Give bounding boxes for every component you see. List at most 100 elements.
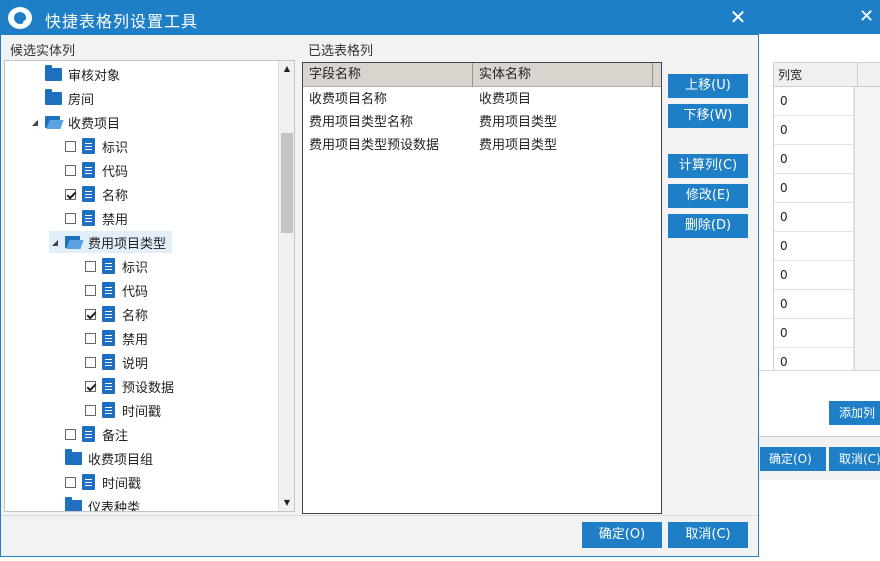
compute-column-button[interactable]: 计算列(C) (668, 154, 748, 178)
document-icon (82, 426, 95, 442)
delete-button[interactable]: 删除(D) (668, 214, 748, 238)
tree-item[interactable]: 标识 (69, 255, 148, 277)
background-scrollbar[interactable] (854, 87, 880, 371)
tree-item-checkbox[interactable] (65, 212, 76, 224)
add-column-button[interactable]: 添加列 (829, 401, 880, 425)
column-width-cell[interactable]: 0 (780, 231, 854, 261)
column-width-cell[interactable]: 0 (780, 144, 854, 174)
tree-item-label: 备注 (102, 428, 129, 444)
tree-item-checkbox[interactable] (85, 260, 96, 272)
entity-tree[interactable]: 审核对象 房间 ◢ 收费项目 标识 代码 名称 禁用 ◢ 费用项目类型 标识 代码 名称 禁用 说明 预设数据… (4, 60, 295, 512)
dialog-title: 快捷表格列设置工具 (45, 12, 199, 31)
scroll-up-icon[interactable]: ▲ (279, 61, 294, 77)
folder-open-icon (45, 115, 62, 129)
tree-item-checkbox[interactable] (65, 476, 76, 488)
tree-item[interactable]: 代码 (69, 279, 148, 301)
tree-item[interactable]: ◢ 收费项目 (29, 111, 120, 133)
document-icon (102, 306, 115, 322)
column-width-cell[interactable]: 0 (780, 86, 854, 116)
folder-icon (45, 64, 62, 81)
scroll-down-icon[interactable]: ▼ (279, 495, 294, 511)
document-icon (102, 378, 115, 394)
tree-item[interactable]: ◢ 费用项目类型 (49, 231, 173, 253)
cancel-button[interactable]: 取消(C) (668, 522, 748, 548)
tree-item-label: 收费项目 (68, 116, 121, 132)
column-width-cell[interactable]: 0 (780, 289, 854, 319)
tree-item-checkbox[interactable] (65, 188, 76, 200)
document-icon (102, 282, 115, 298)
expand-arrow-icon[interactable]: ◢ (29, 118, 41, 127)
entity-name-cell: 费用项目类型 (479, 115, 558, 130)
column-width-cell[interactable]: 0 (780, 115, 854, 145)
table-column-settings-dialog: 快捷表格列设置工具 ✕ 候选实体列 已选表格列 审核对象 房间 ◢ 收费项目 标识 代码名… (0, 0, 759, 557)
tree-item-label: 标识 (122, 260, 149, 276)
tree-item-checkbox[interactable] (85, 308, 96, 320)
tree-item-label: 禁用 (122, 332, 149, 348)
tree-item[interactable]: 禁用 (49, 207, 128, 229)
tree-item[interactable]: 仪表种类 (49, 495, 140, 511)
tree-item-checkbox[interactable] (85, 380, 96, 392)
table-row[interactable]: 费用项目类型预设数据 费用项目类型 (303, 134, 661, 157)
folder-icon (65, 448, 82, 465)
column-width-cell[interactable]: 0 (780, 260, 854, 290)
background-button-strip: 添加列 (741, 370, 880, 436)
column-width-cell[interactable]: 0 (780, 202, 854, 232)
candidate-columns-label: 候选实体列 (10, 44, 76, 59)
entity-name-cell: 收费项目 (479, 92, 532, 107)
grid-header: 字段名称 实体名称 (303, 63, 661, 87)
tree-item[interactable]: 时间戳 (49, 471, 141, 493)
folder-icon (45, 88, 62, 105)
tree-item[interactable]: 名称 (49, 183, 128, 205)
tree-item[interactable]: 时间戳 (69, 399, 161, 421)
tree-item-label: 名称 (102, 188, 129, 204)
tree-item-checkbox[interactable] (85, 332, 96, 344)
background-cancel-button[interactable]: 取消(C) (829, 447, 880, 471)
tree-scrollbar[interactable]: ▲ ▼ (278, 61, 294, 511)
tree-item-label: 时间戳 (122, 404, 162, 420)
ok-button[interactable]: 确定(O) (582, 522, 662, 548)
tree-item-checkbox[interactable] (65, 140, 76, 152)
table-row[interactable]: 费用项目类型名称 费用项目类型 (303, 111, 661, 134)
tree-item[interactable]: 收费项目组 (49, 447, 153, 469)
tree-item[interactable]: 禁用 (69, 327, 148, 349)
tree-item-label: 时间戳 (102, 476, 142, 492)
tree-item[interactable]: 说明 (69, 351, 148, 373)
tree-item[interactable]: 名称 (69, 303, 148, 325)
footer-divider (1, 515, 758, 516)
tree-item[interactable]: 备注 (49, 423, 128, 445)
table-row[interactable]: 收费项目名称 收费项目 (303, 88, 661, 111)
tree-item-checkbox[interactable] (85, 356, 96, 368)
expand-arrow-icon[interactable]: ◢ (49, 238, 61, 247)
folder-icon (65, 496, 82, 511)
document-icon (102, 258, 115, 274)
tree-item-label: 说明 (122, 356, 149, 372)
background-ok-button[interactable]: 确定(O) (760, 447, 826, 471)
scroll-thumb[interactable] (281, 133, 293, 233)
move-up-button[interactable]: 上移(U) (668, 74, 748, 98)
tree-item[interactable]: 预设数据 (69, 375, 174, 397)
move-down-button[interactable]: 下移(W) (668, 104, 748, 128)
tree-item-label: 房间 (68, 92, 95, 108)
entity-name-header[interactable]: 实体名称 (473, 63, 653, 87)
modify-button[interactable]: 修改(E) (668, 184, 748, 208)
column-width-cell[interactable]: 0 (780, 173, 854, 203)
tree-item[interactable]: 代码 (49, 159, 128, 181)
tree-item-checkbox[interactable] (65, 428, 76, 440)
tree-item-checkbox[interactable] (85, 404, 96, 416)
column-width-cell[interactable]: 0 (780, 318, 854, 348)
background-close-icon[interactable]: ✕ (859, 6, 874, 27)
tree-item[interactable]: 房间 (29, 87, 94, 109)
column-width-cell[interactable]: 0 (780, 347, 854, 371)
entity-name-cell: 费用项目类型 (479, 138, 558, 153)
tree-item-label: 名称 (122, 308, 149, 324)
tree-item-checkbox[interactable] (65, 164, 76, 176)
tree-item-label: 收费项目组 (88, 452, 154, 468)
field-name-header[interactable]: 字段名称 (303, 63, 473, 87)
tree-item-label: 费用项目类型 (88, 236, 167, 252)
document-icon (102, 330, 115, 346)
document-icon (82, 138, 95, 154)
close-icon[interactable]: ✕ (726, 5, 750, 29)
tree-item[interactable]: 审核对象 (29, 63, 120, 85)
tree-item-checkbox[interactable] (85, 284, 96, 296)
tree-item[interactable]: 标识 (49, 135, 128, 157)
